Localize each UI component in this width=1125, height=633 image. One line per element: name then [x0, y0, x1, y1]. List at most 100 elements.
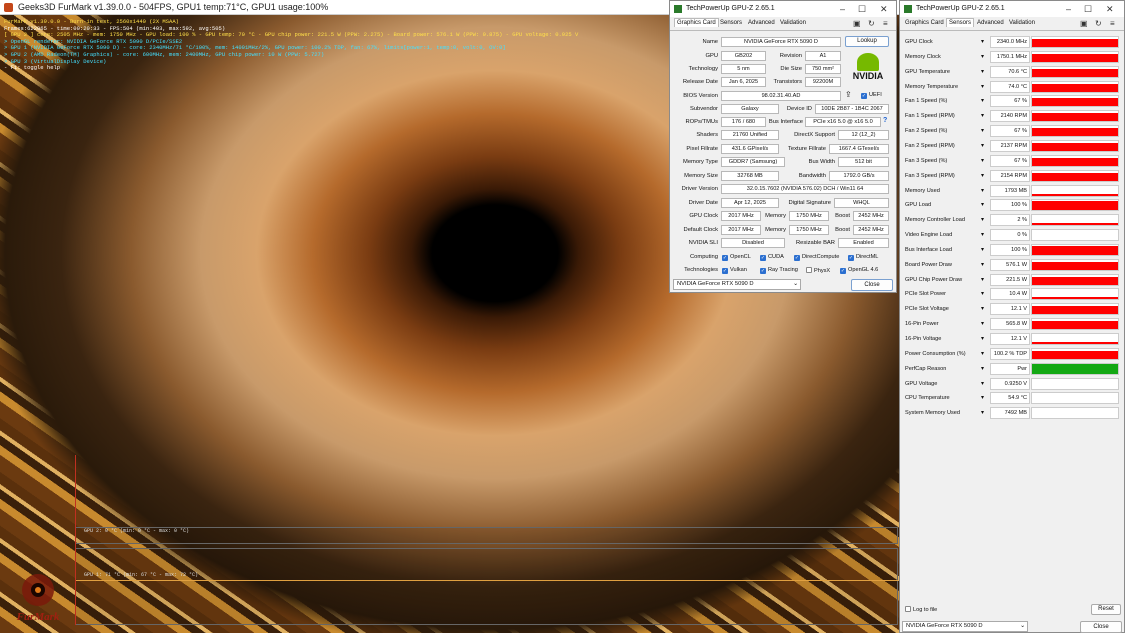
gpu-clock-label: GPU Clock — [689, 213, 718, 219]
sensors-close-button[interactable]: Close — [1080, 621, 1122, 633]
menu-icon[interactable]: ≡ — [883, 19, 888, 28]
sensor-dropdown-icon[interactable]: ▾ — [981, 259, 984, 271]
tab-sensors[interactable]: Sensors — [718, 19, 744, 27]
sensor-row: GPU Clock ▾ 2340.0 MHz — [904, 35, 1119, 50]
log-to-file-label: Log to file — [913, 607, 938, 613]
opengl-label: OpenGL 4.6 — [848, 267, 879, 273]
opengl-checkbox: ✓ OpenGL 4.6 — [840, 267, 879, 274]
sensor-dropdown-icon[interactable]: ▾ — [981, 214, 984, 226]
directml-checkbox: ✓ DirectML — [848, 254, 879, 261]
maximize-icon[interactable]: ☐ — [858, 1, 866, 17]
sensor-graph-bar — [1032, 342, 1118, 344]
maximize-icon[interactable]: ☐ — [1084, 1, 1092, 17]
texture-fillrate-field: 1667.4 GTexel/s — [829, 144, 889, 154]
refresh-icon[interactable]: ↻ — [868, 19, 875, 28]
sensor-graph — [1031, 214, 1119, 227]
sensor-dropdown-icon[interactable]: ▾ — [981, 333, 984, 345]
close-button[interactable]: Close — [851, 279, 893, 291]
help-icon[interactable]: ? — [883, 117, 887, 124]
sensor-dropdown-icon[interactable]: ▾ — [981, 229, 984, 241]
sensor-dropdown-icon[interactable]: ▾ — [981, 81, 984, 93]
menu-icon[interactable]: ≡ — [1110, 19, 1115, 28]
sensor-dropdown-icon[interactable]: ▾ — [981, 66, 984, 78]
gpu-select-dropdown[interactable]: NVIDIA GeForce RTX 5090 D ⌄ — [673, 279, 801, 290]
sensor-dropdown-icon[interactable]: ▾ — [981, 36, 984, 48]
sensor-graph — [1031, 199, 1119, 212]
sensor-graph-bar — [1032, 53, 1118, 62]
sensor-dropdown-icon[interactable]: ▾ — [981, 318, 984, 330]
boost-label: Boost — [835, 213, 850, 219]
sensor-dropdown-icon[interactable]: ▾ — [981, 125, 984, 137]
sensor-dropdown-icon[interactable]: ▾ — [981, 288, 984, 300]
sensor-dropdown-icon[interactable]: ▾ — [981, 348, 984, 360]
refresh-icon[interactable]: ↻ — [1095, 19, 1102, 28]
cuda-checkbox: ✓ CUDA — [760, 254, 784, 261]
sensor-graph — [1031, 407, 1119, 420]
sensor-graph-bar — [1032, 201, 1118, 211]
tab-validation[interactable]: Validation — [1007, 19, 1037, 27]
sensor-graph — [1031, 377, 1119, 390]
sensor-graph — [1031, 184, 1119, 197]
close-icon[interactable]: ✕ — [880, 1, 888, 17]
sensor-row: Fan 1 Speed (%) ▾ 67 % — [904, 94, 1119, 109]
sensor-dropdown-icon[interactable]: ▾ — [981, 244, 984, 256]
gpu1-temp-line — [75, 580, 898, 581]
tab-sensors[interactable]: Sensors — [946, 18, 975, 27]
sensor-value: 67 % — [990, 125, 1030, 138]
tab-advanced[interactable]: Advanced — [975, 19, 1006, 27]
sensor-row: PCIe Slot Voltage ▾ 12.1 V — [904, 302, 1119, 317]
minimize-icon[interactable]: – — [840, 1, 845, 17]
sensor-graph — [1031, 169, 1119, 182]
sensor-graph-bar — [1032, 321, 1118, 330]
sensor-graph-bar — [1032, 83, 1118, 92]
sensor-dropdown-icon[interactable]: ▾ — [981, 155, 984, 167]
rops-field: 176 / 680 — [721, 117, 766, 127]
sensor-value: 100 % — [990, 199, 1030, 212]
minimize-icon[interactable]: – — [1066, 1, 1071, 17]
sensor-row: Video Engine Load ▾ 0 % — [904, 228, 1119, 243]
log-to-file-checkbox[interactable]: Log to file — [905, 606, 937, 613]
computing-label: Computing — [689, 254, 718, 260]
sensor-row: Fan 1 Speed (RPM) ▾ 2140 RPM — [904, 109, 1119, 124]
uefi-checkbox: ✓ UEFI — [861, 92, 882, 99]
sensor-dropdown-icon[interactable]: ▾ — [981, 95, 984, 107]
tab-validation[interactable]: Validation — [778, 19, 808, 27]
tab-advanced[interactable]: Advanced — [746, 19, 777, 27]
tab-graphics-card[interactable]: Graphics Card — [903, 19, 946, 27]
overlay-line: - F1: toggle help — [4, 64, 61, 72]
sensor-dropdown-icon[interactable]: ▾ — [981, 199, 984, 211]
camera-icon[interactable]: ▣ — [853, 19, 861, 28]
driver-date-label: Driver Date — [688, 200, 718, 206]
sensor-dropdown-icon[interactable]: ▾ — [981, 407, 984, 419]
sensor-dropdown-icon[interactable]: ▾ — [981, 51, 984, 63]
sensor-dropdown-icon[interactable]: ▾ — [981, 274, 984, 286]
tab-graphics-card[interactable]: Graphics Card — [674, 18, 719, 27]
lookup-button[interactable]: Lookup — [845, 36, 889, 47]
sensor-dropdown-icon[interactable]: ▾ — [981, 140, 984, 152]
sensor-dropdown-icon[interactable]: ▾ — [981, 303, 984, 315]
sensor-dropdown-icon[interactable]: ▾ — [981, 378, 984, 390]
resizable-bar-field: Enabled — [838, 238, 889, 248]
sensor-dropdown-icon[interactable]: ▾ — [981, 185, 984, 197]
sensor-graph — [1031, 50, 1119, 63]
close-icon[interactable]: ✕ — [1106, 1, 1114, 17]
sensor-name: Fan 3 Speed (RPM) — [905, 172, 955, 179]
sensor-dropdown-icon[interactable]: ▾ — [981, 110, 984, 122]
pixel-fillrate-field: 431.6 GPixel/s — [721, 144, 779, 154]
sensor-value: 10.4 W — [990, 288, 1030, 301]
sensor-dropdown-icon[interactable]: ▾ — [981, 363, 984, 375]
sensor-value: 565.8 W — [990, 318, 1030, 331]
sensor-value: 100.2 % TDP — [990, 347, 1030, 360]
reset-button[interactable]: Reset — [1091, 604, 1121, 615]
gpuz-sensors-tabs: Graphics Card Sensors Advanced Validatio… — [900, 17, 1124, 31]
sensor-name: Fan 1 Speed (%) — [905, 98, 948, 105]
camera-icon[interactable]: ▣ — [1080, 19, 1088, 28]
sensor-dropdown-icon[interactable]: ▾ — [981, 392, 984, 404]
default-boost-label: Boost — [835, 227, 850, 233]
sensors-gpu-select-dropdown[interactable]: NVIDIA GeForce RTX 5090 D ⌄ — [902, 621, 1028, 632]
furmark-app-icon — [4, 3, 13, 12]
share-icon[interactable]: ⇪ — [845, 90, 852, 99]
sensor-row: Memory Controller Load ▾ 2 % — [904, 213, 1119, 228]
sensor-dropdown-icon[interactable]: ▾ — [981, 170, 984, 182]
sensor-graph-bar — [1032, 193, 1118, 196]
